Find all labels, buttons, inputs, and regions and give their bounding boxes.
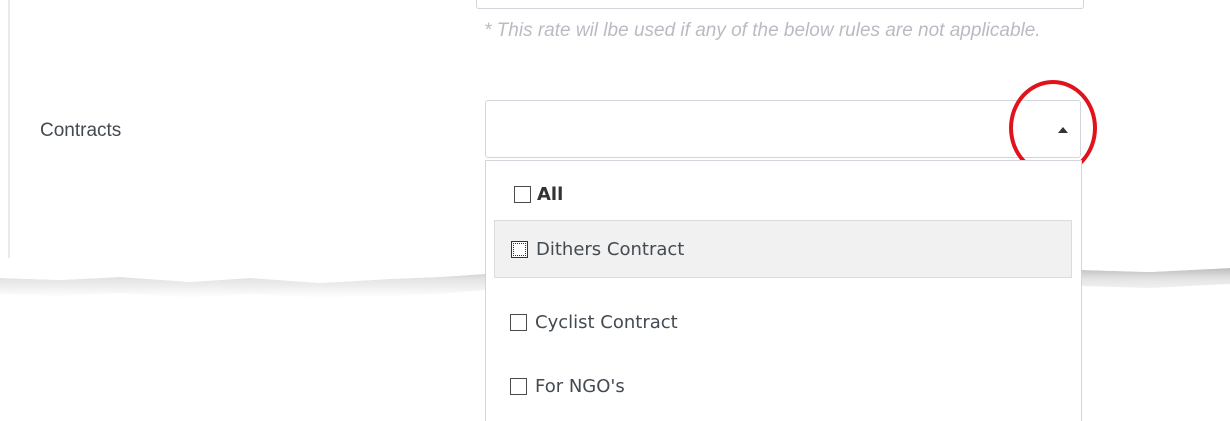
contracts-select[interactable] [485,100,1081,158]
checkbox-for-ngos[interactable] [510,377,527,395]
option-for-ngos-label: For NGO's [535,375,625,397]
checkbox-dithers-contract[interactable] [511,240,528,258]
option-cyclist-contract-label: Cyclist Contract [535,311,678,333]
contracts-label: Contracts [40,120,122,141]
default-rate-hint: * This rate wil lbe used if any of the b… [484,20,1041,41]
screenshot-stage: * This rate wil lbe used if any of the b… [0,0,1230,421]
checkbox-cyclist-contract[interactable] [510,313,527,331]
panel-left-border [8,0,10,258]
option-dithers-contract[interactable]: Dithers Contract [494,220,1072,278]
contracts-dropdown-menu: All Dithers Contract Cyclist Contract Fo… [485,160,1082,421]
default-rate-input[interactable] [476,0,1084,9]
option-all[interactable]: All [494,165,1072,223]
option-cyclist-contract[interactable]: Cyclist Contract [494,293,1072,351]
option-all-label: All [537,183,564,205]
checkbox-all[interactable] [514,185,531,203]
option-for-ngos[interactable]: For NGO's [494,357,1072,415]
option-dithers-contract-label: Dithers Contract [536,238,685,260]
